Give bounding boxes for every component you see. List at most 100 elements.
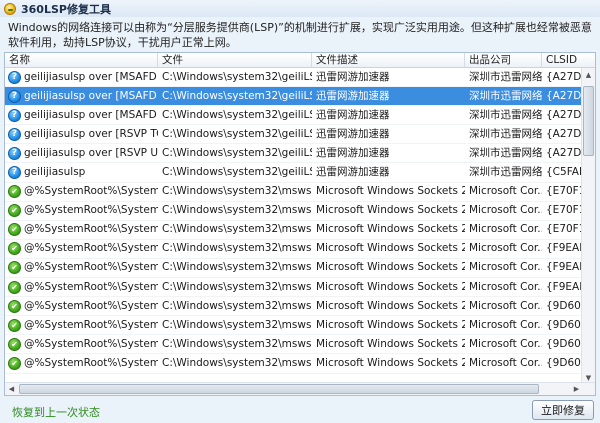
ok-icon	[8, 261, 21, 275]
table-row[interactable]: @%SystemRoot%\System32... C:\Windows\syst…	[5, 335, 595, 355]
column-header-clsid[interactable]: CLSID	[542, 53, 595, 68]
table-row[interactable]: geilijiasulsp over [MSAFD Tc... C:\Window…	[5, 87, 595, 107]
table-row[interactable]: @%SystemRoot%\System32... C:\Windows\syst…	[5, 201, 595, 221]
cell-name: @%SystemRoot%\System32...	[5, 354, 158, 373]
ok-icon	[8, 223, 21, 237]
cell-company: 深圳市迅雷网络...	[469, 89, 542, 102]
column-header-description[interactable]: 文件描述	[312, 53, 465, 68]
horizontal-scroll-thumb[interactable]	[19, 384, 539, 394]
row-name: @%SystemRoot%\System32...	[24, 223, 158, 236]
table-row[interactable]: @%SystemRoot%\System32... C:\Windows\syst…	[5, 239, 595, 259]
row-name: geilijiasulsp over [RSVP TCP ...	[24, 127, 158, 140]
cell-name: @%SystemRoot%\System32...	[5, 335, 158, 354]
cell-description: 迅雷网游加速器	[316, 166, 390, 179]
cell-company: 深圳市迅雷网络...	[469, 108, 542, 121]
cell-name: @%SystemRoot%\System32...	[5, 201, 158, 220]
vertical-scrollbar[interactable]: ▲ ▼	[581, 68, 595, 384]
row-name: @%SystemRoot%\System32...	[24, 185, 158, 198]
table-row[interactable]: geilijiasulsp over [MSAFD Tc... C:\Window…	[5, 68, 595, 88]
column-header-file[interactable]: 文件	[158, 53, 312, 68]
horizontal-scrollbar[interactable]: ◀ ▶	[5, 382, 595, 395]
cell-description: Microsoft Windows Sockets 2.0...	[316, 299, 465, 312]
question-icon	[8, 108, 21, 122]
cell-name: @%SystemRoot%\System32...	[5, 239, 158, 258]
cell-file: C:\Windows\system32\geiliLSP.dll	[162, 166, 312, 179]
scroll-left-icon[interactable]: ◀	[5, 383, 18, 395]
table-row[interactable]: @%SystemRoot%\System32... C:\Windows\syst…	[5, 354, 595, 374]
table-row[interactable]: @%SystemRoot%\System32... C:\Windows\syst…	[5, 316, 595, 336]
table-row[interactable]: @%SystemRoot%\System32... C:\Windows\syst…	[5, 297, 595, 317]
ok-icon	[8, 185, 21, 199]
row-name: geilijiasulsp	[24, 166, 86, 179]
cell-description: Microsoft Windows Sockets 2.0...	[316, 337, 465, 350]
table-header: 名称 文件 文件描述 出品公司 CLSID	[5, 53, 595, 68]
cell-company: 深圳市迅雷网络...	[469, 70, 542, 83]
ok-icon	[8, 299, 21, 313]
row-name: geilijiasulsp over [RSVP UDP...	[24, 146, 158, 159]
table-row[interactable]: @%SystemRoot%\System32... C:\Windows\syst…	[5, 278, 595, 298]
cell-description: 迅雷网游加速器	[316, 89, 390, 102]
table-row[interactable]: @%SystemRoot%\System32... C:\Windows\syst…	[5, 183, 595, 202]
question-icon	[8, 70, 21, 84]
ok-icon	[8, 280, 21, 294]
table-row[interactable]: geilijiasulsp over [RSVP UDP... C:\Window…	[5, 144, 595, 164]
cell-file: C:\Windows\system32\mswsock...	[162, 356, 312, 369]
restore-previous-state-link[interactable]: 恢复到上一次状态	[12, 404, 100, 420]
cell-company: 深圳市迅雷网络...	[469, 127, 542, 140]
cell-file: C:\Windows\system32\mswsock...	[162, 299, 312, 312]
cell-company: Microsoft Cor...	[469, 204, 542, 217]
cell-description: Microsoft Windows Sockets 2.0...	[316, 318, 465, 331]
cell-file: C:\Windows\system32\mswsock...	[162, 185, 312, 198]
fix-now-button[interactable]: 立即修复	[532, 400, 594, 420]
cell-company: Microsoft Cor...	[469, 280, 542, 293]
scroll-right-icon[interactable]: ▶	[570, 383, 583, 395]
cell-file: C:\Windows\system32\geiliLSP.dll	[162, 108, 312, 121]
column-header-name[interactable]: 名称	[5, 53, 158, 68]
title-bar: 360LSP修复工具	[0, 0, 600, 17]
app-logo-icon	[4, 2, 16, 15]
table-body: geilijiasulsp over [MSAFD Tc... C:\Window…	[5, 68, 595, 384]
cell-name: geilijiasulsp over [MSAFD Tc...	[5, 68, 158, 87]
scroll-up-icon[interactable]: ▲	[582, 68, 595, 81]
cell-description: 迅雷网游加速器	[316, 108, 390, 121]
cell-name: @%SystemRoot%\System32...	[5, 297, 158, 316]
cell-file: C:\Windows\system32\mswsock...	[162, 242, 312, 255]
row-name: @%SystemRoot%\System32...	[24, 261, 158, 274]
ok-icon	[8, 242, 21, 256]
cell-name: geilijiasulsp over [RSVP UDP...	[5, 144, 158, 163]
table-row[interactable]: geilijiasulsp C:\Windows\system32\geiliLS…	[5, 163, 595, 183]
cell-file: C:\Windows\system32\geiliLSP.dll	[162, 89, 312, 102]
cell-file: C:\Windows\system32\geiliLSP.dll	[162, 146, 312, 159]
cell-name: geilijiasulsp over [MSAFD Tc...	[5, 106, 158, 125]
question-icon	[8, 89, 21, 103]
table-row[interactable]: @%SystemRoot%\System32... C:\Windows\syst…	[5, 259, 595, 279]
row-name: @%SystemRoot%\System32...	[24, 204, 158, 217]
cell-description: Microsoft Windows Sockets 2.0...	[316, 204, 465, 217]
cell-company: Microsoft Cor...	[469, 261, 542, 274]
cell-company: Microsoft Cor...	[469, 242, 542, 255]
cell-name: @%SystemRoot%\System32...	[5, 278, 158, 297]
row-name: @%SystemRoot%\System32...	[24, 318, 158, 331]
table-row[interactable]: @%SystemRoot%\System32... C:\Windows\syst…	[5, 220, 595, 240]
vertical-scroll-thumb[interactable]	[583, 86, 594, 156]
question-icon	[8, 127, 21, 141]
cell-company: Microsoft Cor...	[469, 356, 542, 369]
table-row[interactable]: geilijiasulsp over [MSAFD Tc... C:\Window…	[5, 106, 595, 126]
cell-description: Microsoft Windows Sockets 2.0...	[316, 261, 465, 274]
cell-company: Microsoft Cor...	[469, 299, 542, 312]
column-header-company[interactable]: 出品公司	[465, 53, 542, 68]
cell-company: 深圳市迅雷网络...	[469, 166, 542, 179]
cell-company: Microsoft Cor...	[469, 223, 542, 236]
row-name: @%SystemRoot%\System32...	[24, 356, 158, 369]
lsp-table: 名称 文件 文件描述 出品公司 CLSID geilijiasulsp over…	[4, 52, 596, 396]
cell-description: Microsoft Windows Sockets 2.0...	[316, 242, 465, 255]
table-row[interactable]: geilijiasulsp over [RSVP TCP ... C:\Windo…	[5, 125, 595, 145]
cell-company: Microsoft Cor...	[469, 318, 542, 331]
question-icon	[8, 146, 21, 160]
ok-icon	[8, 356, 21, 370]
row-name: geilijiasulsp over [MSAFD Tc...	[24, 70, 158, 83]
row-name: @%SystemRoot%\System32...	[24, 299, 158, 312]
cell-name: @%SystemRoot%\System32...	[5, 220, 158, 239]
row-name: geilijiasulsp over [MSAFD Tc...	[24, 108, 158, 121]
ok-icon	[8, 318, 21, 332]
